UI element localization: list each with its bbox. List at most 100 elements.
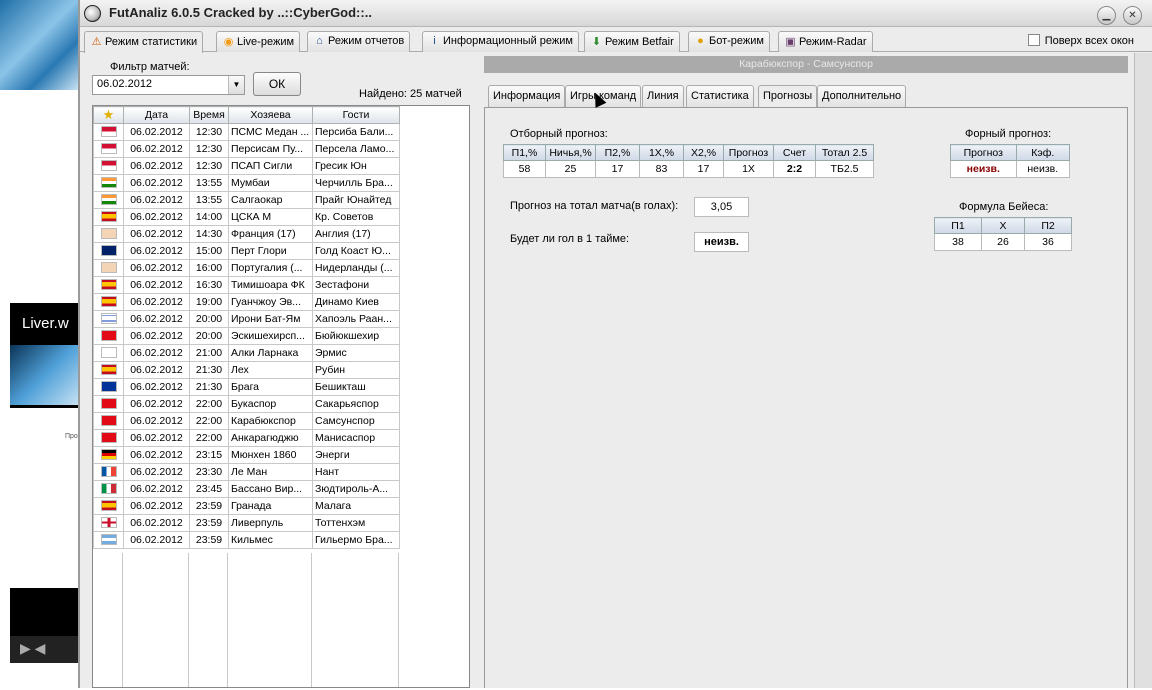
column-header-home[interactable]: Хозяева — [228, 106, 313, 124]
checkbox-box — [1027, 34, 1040, 46]
cell-time: 21:30 — [189, 378, 229, 396]
tab-statistics[interactable]: Статистика — [686, 85, 754, 107]
play-icon: ▶ ◀ — [20, 640, 46, 656]
table-row[interactable]: 06.02.2012 22:00 Карабюкспор Самсунспор — [93, 412, 400, 430]
tab-radar[interactable]: ▣ Режим-Radar — [778, 31, 873, 52]
table-row[interactable]: 06.02.2012 23:30 Ле Ман Нант — [93, 463, 400, 481]
tab-warning[interactable]: ⚠ Режим статистики — [84, 31, 204, 53]
tab-arrow-down[interactable]: ⬇ Режим Betfair — [584, 31, 680, 52]
cell-home: Персисам Пу... — [228, 140, 313, 158]
video-title: Liver.w — [22, 315, 69, 332]
forecasts-panel: Отборный прогноз: П1,% Ничья,% П2,% 1Х,% Х2,… — [484, 107, 1128, 688]
table-row[interactable]: 06.02.2012 19:00 Гуанчжоу Эв... Динамо Киев — [93, 293, 400, 311]
cell-date: 06.02.2012 — [123, 344, 190, 362]
bayes-value-p2: 36 — [1024, 233, 1072, 251]
ok-button[interactable]: ОК — [253, 72, 301, 96]
cell-time: 14:30 — [189, 225, 229, 243]
table-row[interactable]: 06.02.2012 14:30 Франция (17) Англия (17) — [93, 225, 400, 243]
turkey-flag-icon — [100, 330, 117, 341]
cell-time: 23:59 — [189, 531, 229, 549]
table-row[interactable]: 06.02.2012 14:00 ЦСКА М Кр. Советов — [93, 208, 400, 226]
table-row[interactable]: 06.02.2012 21:00 Алки Ларнака Эрмис — [93, 344, 400, 362]
cell-date: 06.02.2012 — [123, 480, 190, 498]
warning-icon: ⚠ — [91, 36, 102, 48]
cell-home: Ле Ман — [228, 463, 313, 481]
cell-home: Гранада — [228, 497, 313, 515]
cell-home: Гуанчжоу Эв... — [228, 293, 313, 311]
cell-date: 06.02.2012 — [123, 429, 190, 447]
tab-line[interactable]: Линия — [642, 85, 684, 107]
india-flag-icon — [100, 194, 117, 205]
form-forecast-header-odds: Кэф. — [1015, 144, 1071, 161]
favorite-star-icon[interactable]: ★ — [93, 106, 124, 124]
close-button[interactable]: ✕ — [1123, 6, 1142, 25]
flag-cell — [93, 191, 124, 209]
table-row[interactable]: 06.02.2012 12:30 Персисам Пу... Персела Лам… — [93, 140, 400, 158]
table-row[interactable]: 06.02.2012 13:55 Мумбаи Черчилль Бра... — [93, 174, 400, 192]
always-on-top-label: Поверх всех окон — [1044, 35, 1134, 47]
flag-cell — [93, 242, 124, 260]
cell-date: 06.02.2012 — [123, 378, 190, 396]
total-forecast-label: Прогноз на тотал матча(в голах): — [510, 200, 679, 212]
table-row[interactable]: 06.02.2012 23:59 Гранада Малага — [93, 497, 400, 515]
spain-flag-icon — [100, 500, 117, 511]
hand-flag-icon — [100, 228, 117, 239]
match-list-panel: Фильтр матчей: 06.02.2012 ▼ ОК Найдено: 2… — [80, 53, 478, 688]
cell-date: 06.02.2012 — [123, 157, 190, 175]
table-row[interactable]: 06.02.2012 12:30 ПСАП Сигли Гресик Юн — [93, 157, 400, 175]
total-forecast-value: 3,05 — [694, 197, 749, 217]
table-row[interactable]: 06.02.2012 20:00 Эскишехирсп... Бюйюкшехир — [93, 327, 400, 345]
column-header-away[interactable]: Гости — [312, 106, 400, 124]
table-row[interactable]: 06.02.2012 21:30 Лех Рубин — [93, 361, 400, 379]
cell-home: ПСМС Медан ... — [228, 123, 313, 141]
cell-away: Гресик Юн — [312, 157, 400, 175]
bayes-value-x: 26 — [980, 233, 1026, 251]
tab-information[interactable]: Информация — [488, 85, 566, 107]
title-bar: FutAnaliz 6.0.5 Cracked by ..::CyberGod:… — [80, 0, 1152, 27]
table-row[interactable]: 06.02.2012 13:55 Салгаокар Прайг Юнайтед — [93, 191, 400, 209]
cell-home: Карабюкспор — [228, 412, 313, 430]
filter-date-select[interactable]: 06.02.2012 ▼ — [92, 75, 245, 95]
main-tab-bar: ⚠ Режим статистики ◉ Live-режим ⌂ Режим отчет… — [80, 29, 1152, 53]
table-row[interactable]: 06.02.2012 22:00 Анкарагюджю Манисаспор — [93, 429, 400, 447]
table-row[interactable]: 06.02.2012 21:30 Брага Бешикташ — [93, 378, 400, 396]
grid-empty-area — [93, 553, 469, 687]
cell-time: 16:00 — [189, 259, 229, 277]
tab-info[interactable]: i Информационный режим — [422, 31, 579, 52]
always-on-top-checkbox[interactable]: Поверх всех окон — [1027, 34, 1134, 47]
cell-home: Ирони Бат-Ям — [228, 310, 313, 328]
column-header-date[interactable]: Дата — [123, 106, 190, 124]
cell-home: ЦСКА М — [228, 208, 313, 226]
tab-label: Режим-Radar — [799, 36, 867, 48]
table-row[interactable]: 06.02.2012 16:00 Португалия (... Нидерланды… — [93, 259, 400, 277]
table-row[interactable]: 06.02.2012 23:45 Бассано Вир... Зюдтироль-А… — [93, 480, 400, 498]
flag-cell — [93, 123, 124, 141]
minimize-button[interactable]: ▁ — [1097, 6, 1116, 25]
tab-rss[interactable]: ◉ Live-режим — [216, 31, 301, 52]
cell-home: Перт Глори — [228, 242, 313, 260]
tab-forecasts[interactable]: Прогнозы — [758, 85, 818, 108]
table-row[interactable]: 06.02.2012 23:59 Ливерпуль Тоттенхэм — [93, 514, 400, 532]
vertical-scrollbar[interactable] — [1134, 53, 1152, 688]
table-row[interactable]: 06.02.2012 23:15 Мюнхен 1860 Энерги — [93, 446, 400, 464]
cell-time: 21:30 — [189, 361, 229, 379]
column-header-time[interactable]: Время — [189, 106, 229, 124]
background-video-player: Liver.w Про ▶ ◀ — [10, 303, 80, 663]
tab-house[interactable]: ⌂ Режим отчетов — [307, 31, 411, 52]
table-row[interactable]: 06.02.2012 22:00 Букаспор Сакарьяспор — [93, 395, 400, 413]
cell-date: 06.02.2012 — [123, 225, 190, 243]
chevron-down-icon[interactable]: ▼ — [228, 76, 244, 94]
cell-time: 23:30 — [189, 463, 229, 481]
tab-additional[interactable]: Дополнительно — [817, 85, 907, 107]
tab-chat[interactable]: ● Бот-режим — [688, 31, 770, 52]
table-row[interactable]: 06.02.2012 20:00 Ирони Бат-Ям Хапоэль Раан.… — [93, 310, 400, 328]
cell-away: Энерги — [312, 446, 400, 464]
flag-cell — [93, 378, 124, 396]
cell-date: 06.02.2012 — [123, 140, 190, 158]
indonesia-flag-icon — [100, 143, 117, 154]
table-row[interactable]: 06.02.2012 12:30 ПСМС Медан ... Персиба Бал… — [93, 123, 400, 141]
forecast-value: 2:2 — [773, 160, 816, 178]
table-row[interactable]: 06.02.2012 23:59 Кильмес Гильермо Бра... — [93, 531, 400, 549]
table-row[interactable]: 06.02.2012 15:00 Перт Глори Голд Коаст Ю... — [93, 242, 400, 260]
table-row[interactable]: 06.02.2012 16:30 Тимишоара ФК Зестафони — [93, 276, 400, 294]
